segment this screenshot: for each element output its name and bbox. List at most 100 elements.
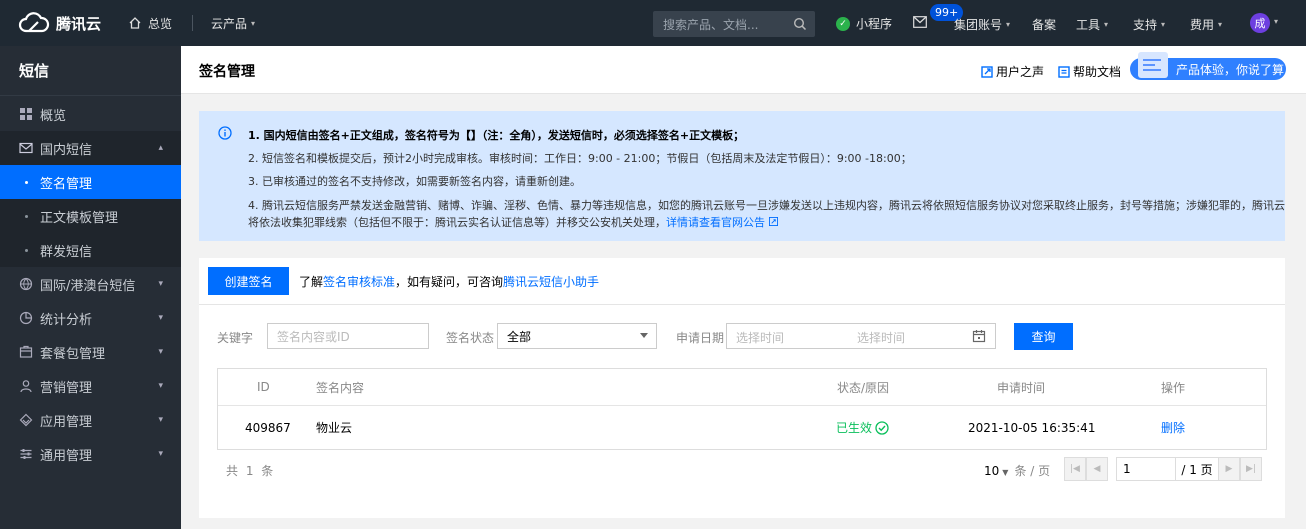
promo-label: 产品体验，你说了算 xyxy=(1176,62,1285,77)
avatar[interactable]: 成 xyxy=(1250,13,1270,33)
last-page-icon[interactable]: ▶| xyxy=(1240,457,1262,481)
prev-page-icon[interactable]: ◀ xyxy=(1086,457,1108,481)
date-range-picker[interactable]: 选择时间 选择时间 xyxy=(726,323,996,349)
top-nav-bar: 腾讯云 总览 云产品 ▾ 搜索产品、文档... ✓ 小程序 99+ 集团账号 ▾ 备… xyxy=(0,0,1306,46)
sidebar-item-label: 通用管理 xyxy=(40,448,93,464)
search-input[interactable]: 搜索产品、文档... xyxy=(653,11,815,37)
keyword-placeholder: 签名内容或ID xyxy=(277,329,350,344)
page-size-unit: 条 / 页 xyxy=(1014,464,1051,478)
home-label: 总览 xyxy=(148,16,173,31)
cell-status: 已生效 xyxy=(836,406,889,449)
page-title: 签名管理 xyxy=(199,64,255,80)
chevron-down-icon: ▾ xyxy=(158,347,163,357)
create-tip: 了解签名审核标准，如有疑问，可咨询腾讯云短信小助手 xyxy=(299,273,599,290)
sidebar-item-marketing[interactable]: 营销管理 ▾ xyxy=(0,369,181,403)
sidebar-item-bulk-sms[interactable]: 群发短信 xyxy=(0,233,181,267)
sidebar-item-general[interactable]: 通用管理 ▾ xyxy=(0,437,181,471)
status-label: 签名状态 xyxy=(446,331,495,345)
group-account-menu[interactable]: 集团账号 ▾ xyxy=(954,16,1010,33)
document-icon xyxy=(1058,65,1070,78)
survey-icon xyxy=(1138,52,1168,78)
cloud-products-menu[interactable]: 云产品 ▾ xyxy=(211,15,255,32)
mail-icon xyxy=(913,16,927,28)
sms-assistant-link[interactable]: 腾讯云短信小助手 xyxy=(503,275,599,289)
page-size-select[interactable]: 10 ▼ 条 / 页 xyxy=(984,462,1050,479)
cloud-products-label: 云产品 xyxy=(211,16,248,31)
review-standard-link[interactable]: 签名审核标准 xyxy=(323,275,395,289)
user-voice-label: 用户之声 xyxy=(996,65,1045,79)
date-label: 申请日期 xyxy=(676,331,725,345)
sidebar-item-applications[interactable]: 应用管理 ▾ xyxy=(0,403,181,437)
chevron-down-icon[interactable]: ▾ xyxy=(1274,17,1278,26)
chevron-down-icon: ▾ xyxy=(158,449,163,459)
info-icon xyxy=(218,126,232,140)
chevron-down-icon: ▾ xyxy=(251,18,256,28)
sidebar-item-international-sms[interactable]: 国际/港澳台短信 ▾ xyxy=(0,267,181,301)
mini-program-icon: ✓ xyxy=(836,16,850,31)
keyword-input[interactable]: 签名内容或ID xyxy=(267,323,429,349)
cloud-logo-icon xyxy=(18,12,50,33)
group-account-label: 集团账号 xyxy=(954,18,1003,32)
sidebar-sub-label: 签名管理 xyxy=(40,176,93,192)
user-voice-link[interactable]: 用户之声 xyxy=(981,63,1044,80)
cell-id: 409867 xyxy=(245,420,291,435)
column-header-time: 申请时间 xyxy=(997,380,1046,395)
sidebar-item-package[interactable]: 套餐包管理 ▾ xyxy=(0,335,181,369)
beian-label: 备案 xyxy=(1032,18,1057,32)
package-icon xyxy=(19,345,33,358)
next-page-icon[interactable]: ▶ xyxy=(1218,457,1240,481)
keyword-label: 关键字 xyxy=(217,331,254,345)
external-link-icon[interactable] xyxy=(768,217,778,226)
layers-icon xyxy=(19,413,33,427)
date-end: 选择时间 xyxy=(857,331,906,345)
cell-time: 2021-10-05 16:35:41 xyxy=(968,420,1096,435)
chevron-down-icon: ▾ xyxy=(158,313,163,323)
beian-link[interactable]: 备案 xyxy=(1032,16,1056,33)
sidebar-item-template-management[interactable]: 正文模板管理 xyxy=(0,199,181,233)
tip-prefix: 了解 xyxy=(299,274,324,289)
sidebar-sub-label: 正文模板管理 xyxy=(40,210,119,226)
page-header: 签名管理 用户之声 帮助文档 产品体验，你说了算 xyxy=(181,46,1306,94)
chevron-down-icon: ▾ xyxy=(158,381,163,391)
notice-line-1: 1. 国内短信由签名+正文组成，签名符号为【】（注：全角），发送短信时，必须选择… xyxy=(248,129,745,142)
sidebar-item-overview[interactable]: 概览 xyxy=(0,97,181,131)
tip-middle: ，如有疑问，可咨询 xyxy=(395,274,504,289)
search-icon[interactable] xyxy=(793,17,807,31)
home-link[interactable]: 总览 xyxy=(128,15,172,32)
chevron-up-icon: ▴ xyxy=(158,143,163,153)
tools-menu[interactable]: 工具 ▾ xyxy=(1076,16,1108,33)
create-signature-button[interactable]: 创建签名 xyxy=(208,267,289,295)
brand-logo[interactable]: 腾讯云 xyxy=(0,0,118,46)
total-count: 共 1 条 xyxy=(226,464,276,478)
mini-program-link[interactable]: ✓ 小程序 xyxy=(836,15,892,32)
pie-chart-icon xyxy=(19,311,33,325)
column-header-status: 状态/原因 xyxy=(837,380,890,395)
support-menu[interactable]: 支持 ▾ xyxy=(1133,16,1165,33)
query-button[interactable]: 查询 xyxy=(1014,323,1073,350)
fee-menu[interactable]: 费用 ▾ xyxy=(1190,16,1222,33)
caret-down-icon xyxy=(640,333,648,338)
feedback-promo-button[interactable]: 产品体验，你说了算 xyxy=(1130,52,1286,80)
page-number-input[interactable]: 1 xyxy=(1116,457,1176,481)
chevron-down-icon: ▾ xyxy=(158,415,163,425)
sidebar-item-label: 统计分析 xyxy=(40,312,93,328)
bullet xyxy=(25,248,28,252)
divider xyxy=(192,15,194,31)
official-notice-link[interactable]: 详情请查看官网公告 xyxy=(666,216,765,229)
sidebar-item-label: 国内短信 xyxy=(40,142,93,158)
sidebar-item-statistics[interactable]: 统计分析 ▾ xyxy=(0,301,181,335)
message-button[interactable] xyxy=(913,16,927,31)
first-page-icon[interactable]: |◀ xyxy=(1064,457,1086,481)
sidebar-sub-label: 群发短信 xyxy=(40,244,93,260)
help-doc-link[interactable]: 帮助文档 xyxy=(1058,63,1121,80)
page-navigator: |◀ ◀ 1 / 1 页 ▶ ▶| xyxy=(1064,457,1262,481)
external-link-icon xyxy=(981,65,993,78)
delete-link[interactable]: 删除 xyxy=(1161,406,1185,449)
column-header-content: 签名内容 xyxy=(316,380,365,395)
sidebar-item-signature-management[interactable]: 签名管理 xyxy=(0,165,181,199)
total-pages: / 1 页 xyxy=(1176,457,1218,481)
grid-icon xyxy=(20,108,32,120)
status-select[interactable]: 全部 xyxy=(497,323,657,349)
users-icon xyxy=(20,380,32,393)
sidebar-item-domestic-sms[interactable]: 国内短信 ▴ xyxy=(0,131,181,165)
